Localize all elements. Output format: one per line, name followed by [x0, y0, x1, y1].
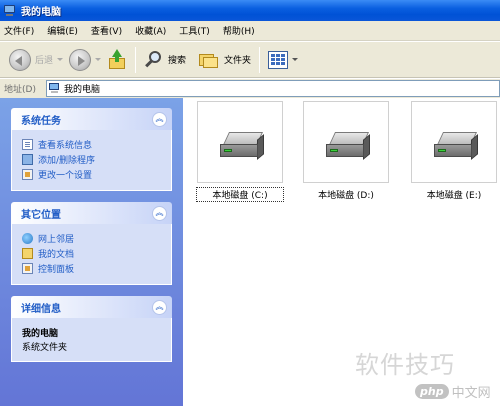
drive-label: 本地磁盘 (E:) — [426, 191, 482, 201]
menu-help[interactable]: 帮助(H) — [223, 24, 255, 37]
my-computer-icon — [3, 4, 17, 17]
panel-title: 其它位置 — [21, 209, 61, 221]
search-button[interactable]: 搜索 — [141, 46, 189, 74]
address-value: 我的电脑 — [64, 85, 101, 95]
my-documents-icon — [22, 248, 33, 259]
search-label: 搜索 — [168, 56, 187, 66]
add-remove-programs-icon — [22, 154, 33, 165]
place-label: 网上邻居 — [38, 235, 75, 245]
place-control-panel[interactable]: 控制面板 — [22, 261, 163, 276]
watermark-logo: php 中文网 — [415, 381, 491, 401]
task-add-remove-programs[interactable]: 添加/删除程序 — [22, 152, 163, 167]
views-dropdown-icon[interactable] — [292, 58, 299, 61]
details-header[interactable]: 详细信息 ︽ — [11, 296, 172, 318]
task-label: 添加/删除程序 — [38, 156, 96, 166]
folder-up-icon — [107, 48, 127, 71]
back-dropdown-icon[interactable] — [57, 58, 64, 61]
watermark-text: 软件技巧 — [355, 351, 455, 379]
drive-tile — [303, 101, 389, 183]
drive-d[interactable]: 本地磁盘 (D:) — [303, 101, 389, 205]
search-icon — [144, 50, 164, 70]
place-label: 控制面板 — [38, 265, 75, 275]
back-button[interactable]: 后退 — [6, 46, 66, 74]
forward-arrow-icon — [69, 48, 92, 71]
back-label: 后退 — [35, 56, 54, 66]
watermark-logo-php: php — [415, 383, 449, 399]
drive-tile — [197, 101, 283, 183]
place-label: 我的文档 — [38, 250, 75, 260]
collapse-chevron-icon[interactable]: ︽ — [152, 111, 167, 127]
panel-title: 系统任务 — [21, 115, 61, 127]
collapse-chevron-icon[interactable]: ︽ — [152, 299, 167, 315]
menu-bar: 文件(F) 编辑(E) 查看(V) 收藏(A) 工具(T) 帮助(H) — [0, 21, 500, 41]
details-panel: 详细信息 ︽ 我的电脑 系统文件夹 — [11, 296, 172, 362]
drive-label: 本地磁盘 (C:) — [196, 187, 284, 202]
folders-button[interactable]: 文件夹 — [195, 46, 254, 74]
place-network[interactable]: 网上邻居 — [22, 231, 163, 246]
watermark-logo-cn: 中文网 — [451, 385, 491, 401]
panel-title: 详细信息 — [21, 303, 61, 315]
task-change-setting[interactable]: 更改一个设置 — [22, 167, 163, 182]
details-subtitle: 系统文件夹 — [22, 343, 68, 353]
folders-label: 文件夹 — [224, 56, 252, 66]
folders-icon — [198, 50, 220, 70]
views-button[interactable] — [265, 46, 301, 74]
address-label: 地址(D) — [4, 85, 36, 95]
title-bar: 我的电脑 — [0, 0, 500, 21]
task-label: 更改一个设置 — [38, 171, 93, 181]
hard-drive-icon — [434, 132, 478, 160]
other-places-header[interactable]: 其它位置 ︽ — [11, 202, 172, 224]
system-tasks-panel: 系统任务 ︽ 查看系统信息 添加/删除程序 更改一个设置 — [11, 108, 172, 191]
drive-c[interactable]: 本地磁盘 (C:) — [196, 101, 284, 205]
drive-tile — [411, 101, 497, 183]
task-view-system-info[interactable]: 查看系统信息 — [22, 137, 163, 152]
views-icon — [268, 50, 289, 69]
system-tasks-header[interactable]: 系统任务 ︽ — [11, 108, 172, 130]
system-info-icon — [22, 139, 33, 150]
hard-drive-icon — [220, 132, 264, 160]
details-body: 我的电脑 系统文件夹 — [11, 318, 172, 362]
change-setting-icon — [22, 169, 33, 180]
address-bar: 地址(D) 我的电脑 — [0, 79, 500, 98]
task-pane: 系统任务 ︽ 查看系统信息 添加/删除程序 更改一个设置 其它位置 ︽ 网上邻居… — [0, 98, 183, 406]
forward-dropdown-icon[interactable] — [95, 58, 102, 61]
up-button[interactable] — [104, 46, 130, 74]
details-name: 我的电脑 — [22, 329, 59, 339]
window-title: 我的电脑 — [21, 7, 61, 18]
forward-button[interactable] — [66, 46, 104, 74]
toolbar-separator — [135, 46, 137, 73]
menu-edit[interactable]: 编辑(E) — [47, 24, 78, 37]
menu-favorites[interactable]: 收藏(A) — [135, 24, 166, 37]
other-places-panel: 其它位置 ︽ 网上邻居 我的文档 控制面板 — [11, 202, 172, 285]
control-panel-icon — [22, 263, 33, 274]
task-label: 查看系统信息 — [38, 141, 93, 151]
toolbar: 后退 搜索 文件夹 — [0, 42, 500, 78]
toolbar-separator — [259, 46, 261, 73]
drive-label: 本地磁盘 (D:) — [318, 191, 374, 201]
my-computer-icon — [49, 83, 61, 94]
drive-e[interactable]: 本地磁盘 (E:) — [411, 101, 497, 205]
hard-drive-icon — [326, 132, 370, 160]
collapse-chevron-icon[interactable]: ︽ — [152, 205, 167, 221]
menu-tools[interactable]: 工具(T) — [179, 24, 210, 37]
menu-file[interactable]: 文件(F) — [4, 24, 34, 37]
back-arrow-icon — [9, 48, 31, 71]
address-input[interactable]: 我的电脑 — [46, 80, 500, 97]
system-tasks-body: 查看系统信息 添加/删除程序 更改一个设置 — [11, 130, 172, 191]
menu-view[interactable]: 查看(V) — [91, 24, 122, 37]
place-my-documents[interactable]: 我的文档 — [22, 246, 163, 261]
network-places-icon — [22, 233, 33, 244]
other-places-body: 网上邻居 我的文档 控制面板 — [11, 224, 172, 285]
